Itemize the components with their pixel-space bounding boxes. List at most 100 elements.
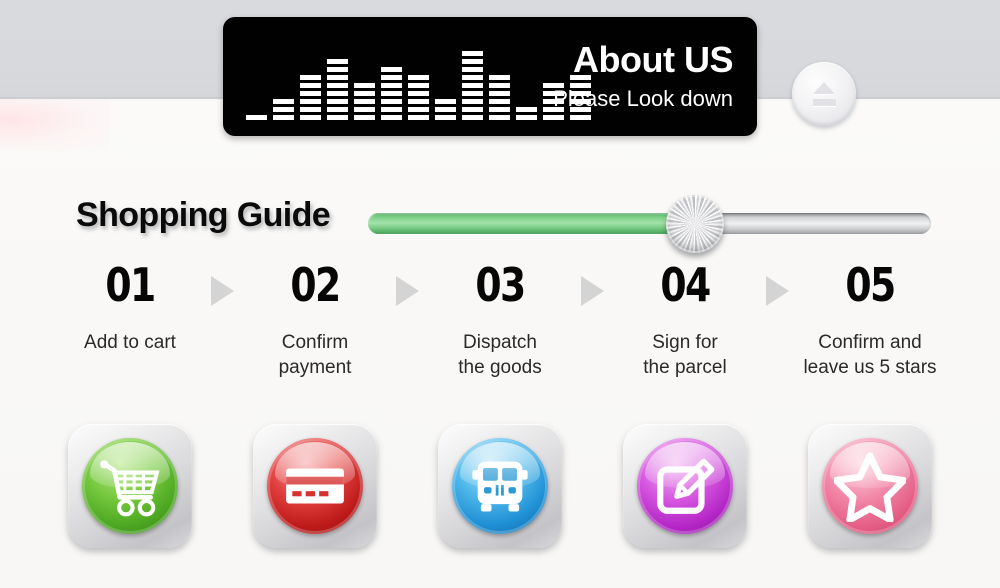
slider-knob[interactable] <box>666 195 724 253</box>
step-icon-button-01[interactable] <box>68 424 192 548</box>
equalizer-segment <box>354 115 375 120</box>
equalizer-segment <box>354 91 375 96</box>
equalizer-segment <box>462 91 483 96</box>
slider-fill <box>368 213 695 234</box>
equalizer-bar <box>354 83 375 120</box>
equalizer-segment <box>273 99 294 104</box>
step-icon-button-03[interactable] <box>438 424 562 548</box>
equalizer-segment <box>381 107 402 112</box>
equalizer-segment <box>408 75 429 80</box>
equalizer-segment <box>489 115 510 120</box>
equalizer-segment <box>327 59 348 64</box>
equalizer-segment <box>381 75 402 80</box>
equalizer-bar <box>408 75 429 120</box>
eject-icon-bar <box>812 99 836 106</box>
equalizer-segment <box>300 83 321 88</box>
equalizer-bar <box>300 75 321 120</box>
step-item: 03 Dispatch the goods <box>430 262 570 380</box>
credit-card-icon <box>267 438 363 534</box>
about-us-plaque: About US Please Look down <box>223 17 757 136</box>
step-separator <box>200 262 245 306</box>
eject-icon-triangle <box>813 82 835 94</box>
step-label: Confirm payment <box>278 332 352 379</box>
equalizer-segment <box>462 75 483 80</box>
equalizer-bar <box>327 59 348 120</box>
equalizer-segment <box>354 107 375 112</box>
step-separator <box>755 262 800 306</box>
progress-slider[interactable] <box>368 195 931 253</box>
equalizer-segment <box>462 107 483 112</box>
step-item: 05 Confirm and leave us 5 stars <box>800 262 940 380</box>
equalizer-bar <box>273 99 294 120</box>
step-icon-slot <box>60 424 200 548</box>
page-title: Shopping Guide <box>76 196 331 234</box>
equalizer-segment <box>381 99 402 104</box>
step-label: Dispatch the goods <box>458 332 542 379</box>
step-number: 05 <box>845 258 896 312</box>
equalizer-segment <box>489 107 510 112</box>
equalizer-segment <box>273 107 294 112</box>
star-icon <box>822 438 918 534</box>
step-item: 02 Confirm payment <box>245 262 385 380</box>
sign-pencil-icon <box>637 438 733 534</box>
step-number: 04 <box>660 258 711 312</box>
step-list: 01 Add to cart 02 Confirm payment 03 Dispatch t… <box>60 262 960 380</box>
plaque-text-group: About US Please Look down <box>553 39 733 115</box>
shopping-cart-icon <box>82 438 178 534</box>
equalizer-segment <box>381 115 402 120</box>
step-separator <box>385 262 430 306</box>
triangle-right-icon <box>211 276 234 306</box>
step-icon-slot <box>800 424 940 548</box>
step-number: 01 <box>105 258 156 312</box>
equalizer-bar <box>516 107 537 120</box>
equalizer-segment <box>462 115 483 120</box>
equalizer-segment <box>408 107 429 112</box>
equalizer-segment <box>435 99 456 104</box>
equalizer-segment <box>300 107 321 112</box>
step-icon-list <box>60 424 960 548</box>
equalizer-segment <box>462 83 483 88</box>
equalizer-segment <box>354 99 375 104</box>
equalizer-bar <box>381 67 402 120</box>
step-separator <box>570 262 615 306</box>
equalizer-segment <box>435 115 456 120</box>
equalizer-segment <box>408 91 429 96</box>
step-label: Add to cart <box>84 332 176 353</box>
equalizer-segment <box>462 99 483 104</box>
equalizer-segment <box>381 67 402 72</box>
equalizer-segment <box>300 91 321 96</box>
equalizer-segment <box>462 51 483 56</box>
equalizer-segment <box>381 91 402 96</box>
eject-button[interactable] <box>792 62 856 126</box>
step-icon-slot <box>615 424 755 548</box>
equalizer-segment <box>300 99 321 104</box>
equalizer-segment <box>462 59 483 64</box>
step-icon-button-02[interactable] <box>253 424 377 548</box>
equalizer-segment <box>570 115 591 120</box>
equalizer-segment <box>381 83 402 88</box>
equalizer-segment <box>489 75 510 80</box>
step-label: Confirm and leave us 5 stars <box>803 332 937 379</box>
plaque-subtitle: Please Look down <box>553 86 733 112</box>
equalizer-segment <box>489 83 510 88</box>
equalizer-segment <box>516 107 537 112</box>
step-number: 02 <box>290 258 341 312</box>
step-icon-button-05[interactable] <box>808 424 932 548</box>
equalizer-segment <box>489 91 510 96</box>
step-icon-button-04[interactable] <box>623 424 747 548</box>
equalizer-segment <box>273 115 294 120</box>
equalizer-segment <box>327 91 348 96</box>
equalizer-segment <box>516 115 537 120</box>
equalizer-segment <box>408 115 429 120</box>
equalizer-segment <box>408 99 429 104</box>
equalizer-segment <box>408 83 429 88</box>
triangle-right-icon <box>396 276 419 306</box>
equalizer-segment <box>327 107 348 112</box>
equalizer-segment <box>327 99 348 104</box>
equalizer-segment <box>300 115 321 120</box>
triangle-right-icon <box>581 276 604 306</box>
delivery-bus-icon <box>452 438 548 534</box>
equalizer-segment <box>327 75 348 80</box>
step-icon-slot <box>430 424 570 548</box>
equalizer-bar <box>462 51 483 120</box>
